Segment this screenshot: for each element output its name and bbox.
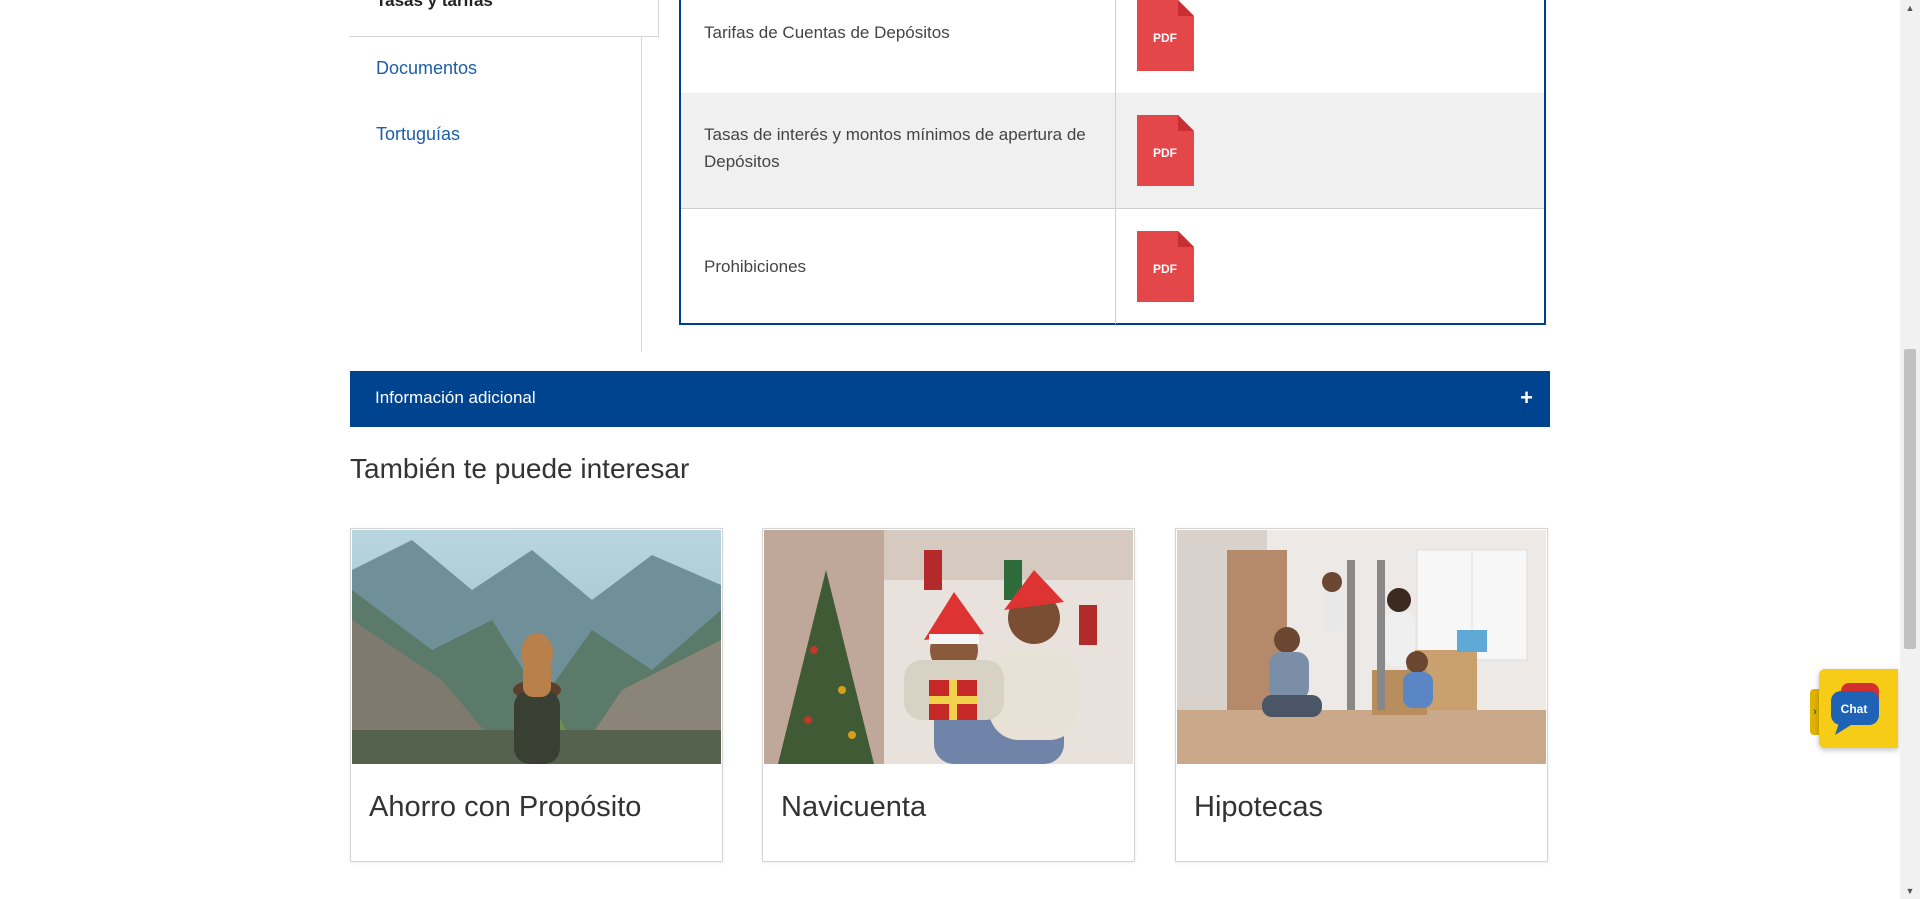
sidebar-item-label: Tasas y tarifas xyxy=(376,0,493,10)
chat-bubble-icon: Chat xyxy=(1831,683,1879,735)
card-title: Navicuenta xyxy=(781,791,927,823)
sidebar-item-tortuguias[interactable]: Tortuguías xyxy=(376,124,460,145)
product-card-ahorro[interactable]: Ahorro con Propósito xyxy=(350,528,723,862)
pdf-icon-text: PDF xyxy=(1153,146,1177,160)
chat-button[interactable]: Chat xyxy=(1819,669,1898,748)
card-title: Ahorro con Propósito xyxy=(369,791,642,823)
chat-label: Chat xyxy=(1841,702,1868,716)
pdf-download-icon[interactable]: PDF xyxy=(1137,0,1194,71)
pdf-download-icon[interactable]: PDF xyxy=(1137,115,1194,186)
pdf-icon-text: PDF xyxy=(1153,262,1177,276)
sidebar-nav: Tasas y tarifas Documentos Tortuguías xyxy=(349,0,659,352)
document-label: Tasas de interés y montos mínimos de ape… xyxy=(704,125,1086,171)
column-divider xyxy=(1115,209,1116,324)
column-divider xyxy=(1115,93,1116,208)
document-label: Tarifas de Cuentas de Depósitos xyxy=(704,23,950,42)
accordion-label: Información adicional xyxy=(375,388,536,407)
christmas-gift-image xyxy=(764,530,1133,764)
documents-table: Tarifas de Cuentas de Depósitos PDF Tasa… xyxy=(679,0,1546,325)
document-label: Prohibiciones xyxy=(704,257,807,276)
scrollbar-thumb[interactable] xyxy=(1904,349,1916,649)
section-title: También te puede interesar xyxy=(350,453,690,484)
sidebar-item-tasas-y-tarifas[interactable]: Tasas y tarifas xyxy=(349,0,659,37)
scroll-down-arrow-icon[interactable]: ▼ xyxy=(1900,883,1920,899)
pdf-download-icon[interactable]: PDF xyxy=(1137,231,1194,302)
family-moving-image xyxy=(1177,530,1546,764)
pdf-icon-text: PDF xyxy=(1153,31,1177,45)
product-card-navicuenta[interactable]: Navicuenta xyxy=(762,528,1135,862)
sidebar-item-documentos[interactable]: Documentos xyxy=(376,58,477,79)
plus-icon[interactable]: + xyxy=(1520,385,1533,411)
table-row: Prohibiciones PDF xyxy=(681,209,1544,324)
card-title: Hipotecas xyxy=(1194,791,1323,823)
table-row: Tasas de interés y montos mínimos de ape… xyxy=(681,93,1544,209)
mountain-valley-image xyxy=(352,530,721,764)
page-scrollbar[interactable]: ▲ ▼ xyxy=(1900,0,1920,899)
product-card-hipotecas[interactable]: Hipotecas xyxy=(1175,528,1548,862)
additional-info-accordion[interactable]: Información adicional + xyxy=(350,371,1550,427)
scroll-up-arrow-icon[interactable]: ▲ xyxy=(1900,0,1920,16)
